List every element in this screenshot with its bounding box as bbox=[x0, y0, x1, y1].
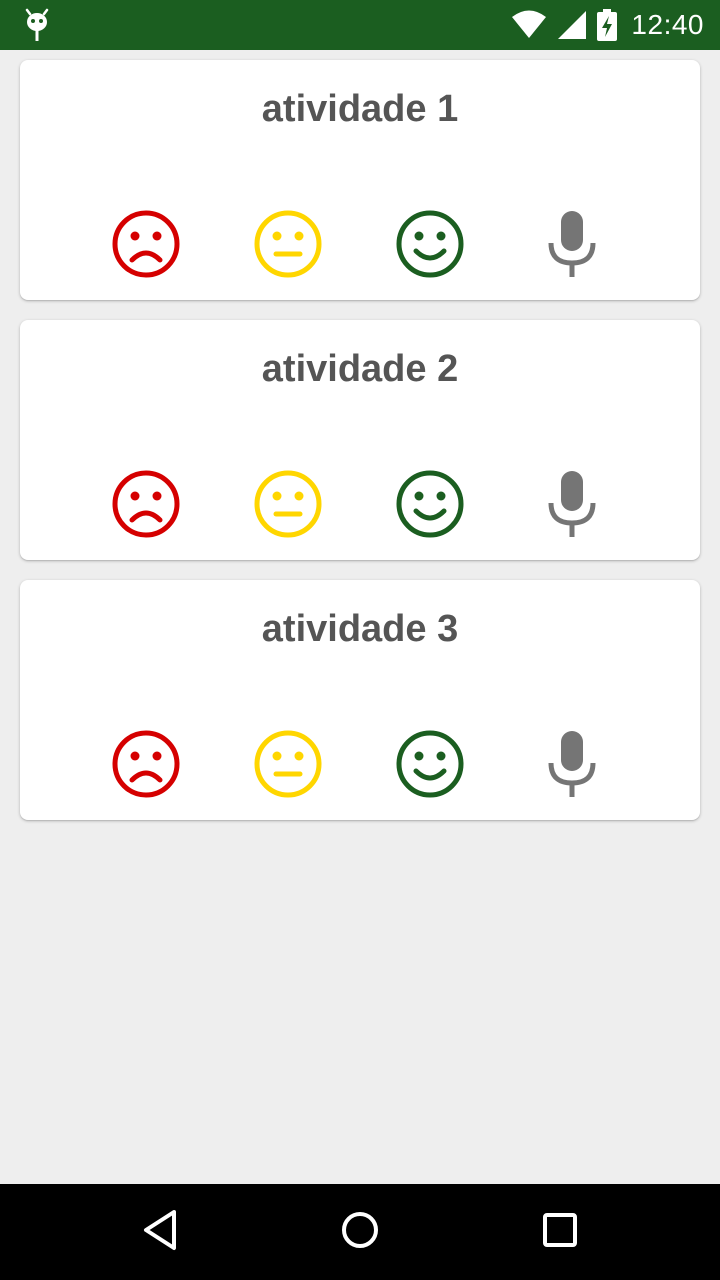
neutral-face-icon bbox=[253, 469, 323, 544]
microphone-button[interactable] bbox=[534, 208, 610, 284]
back-icon bbox=[140, 1208, 180, 1257]
android-debug-icon bbox=[22, 8, 52, 42]
navigation-bar bbox=[0, 1184, 720, 1280]
recents-icon bbox=[542, 1212, 578, 1253]
rating-row bbox=[20, 468, 700, 544]
battery-charging-icon bbox=[597, 9, 618, 41]
happy-face-button[interactable] bbox=[392, 468, 468, 544]
microphone-icon bbox=[545, 729, 599, 804]
neutral-face-button[interactable] bbox=[250, 468, 326, 544]
happy-face-icon bbox=[395, 469, 465, 544]
microphone-button[interactable] bbox=[534, 728, 610, 804]
sad-face-icon bbox=[111, 209, 181, 284]
happy-face-button[interactable] bbox=[392, 208, 468, 284]
neutral-face-icon bbox=[253, 209, 323, 284]
activity-card: atividade 2 bbox=[20, 320, 700, 560]
happy-face-button[interactable] bbox=[392, 728, 468, 804]
sad-face-button[interactable] bbox=[108, 468, 184, 544]
rating-row bbox=[20, 208, 700, 284]
sad-face-button[interactable] bbox=[108, 208, 184, 284]
sad-face-icon bbox=[111, 469, 181, 544]
activity-title: atividade 3 bbox=[261, 608, 459, 650]
activity-title: atividade 2 bbox=[261, 348, 459, 390]
home-button[interactable] bbox=[330, 1202, 390, 1262]
microphone-button[interactable] bbox=[534, 468, 610, 544]
sad-face-icon bbox=[111, 729, 181, 804]
status-bar: 12:40 bbox=[0, 0, 720, 50]
recents-button[interactable] bbox=[530, 1202, 590, 1262]
happy-face-icon bbox=[395, 209, 465, 284]
back-button[interactable] bbox=[130, 1202, 190, 1262]
activity-card: atividade 1 bbox=[20, 60, 700, 300]
microphone-icon bbox=[545, 469, 599, 544]
rating-row bbox=[20, 728, 700, 804]
microphone-icon bbox=[545, 209, 599, 284]
signal-icon bbox=[557, 10, 587, 40]
status-clock: 12:40 bbox=[631, 9, 704, 40]
wifi-icon bbox=[511, 10, 547, 40]
neutral-face-button[interactable] bbox=[250, 208, 326, 284]
neutral-face-button[interactable] bbox=[250, 728, 326, 804]
activity-card: atividade 3 bbox=[20, 580, 700, 820]
happy-face-icon bbox=[395, 729, 465, 804]
home-icon bbox=[340, 1210, 380, 1255]
neutral-face-icon bbox=[253, 729, 323, 804]
activity-title: atividade 1 bbox=[261, 88, 459, 130]
sad-face-button[interactable] bbox=[108, 728, 184, 804]
